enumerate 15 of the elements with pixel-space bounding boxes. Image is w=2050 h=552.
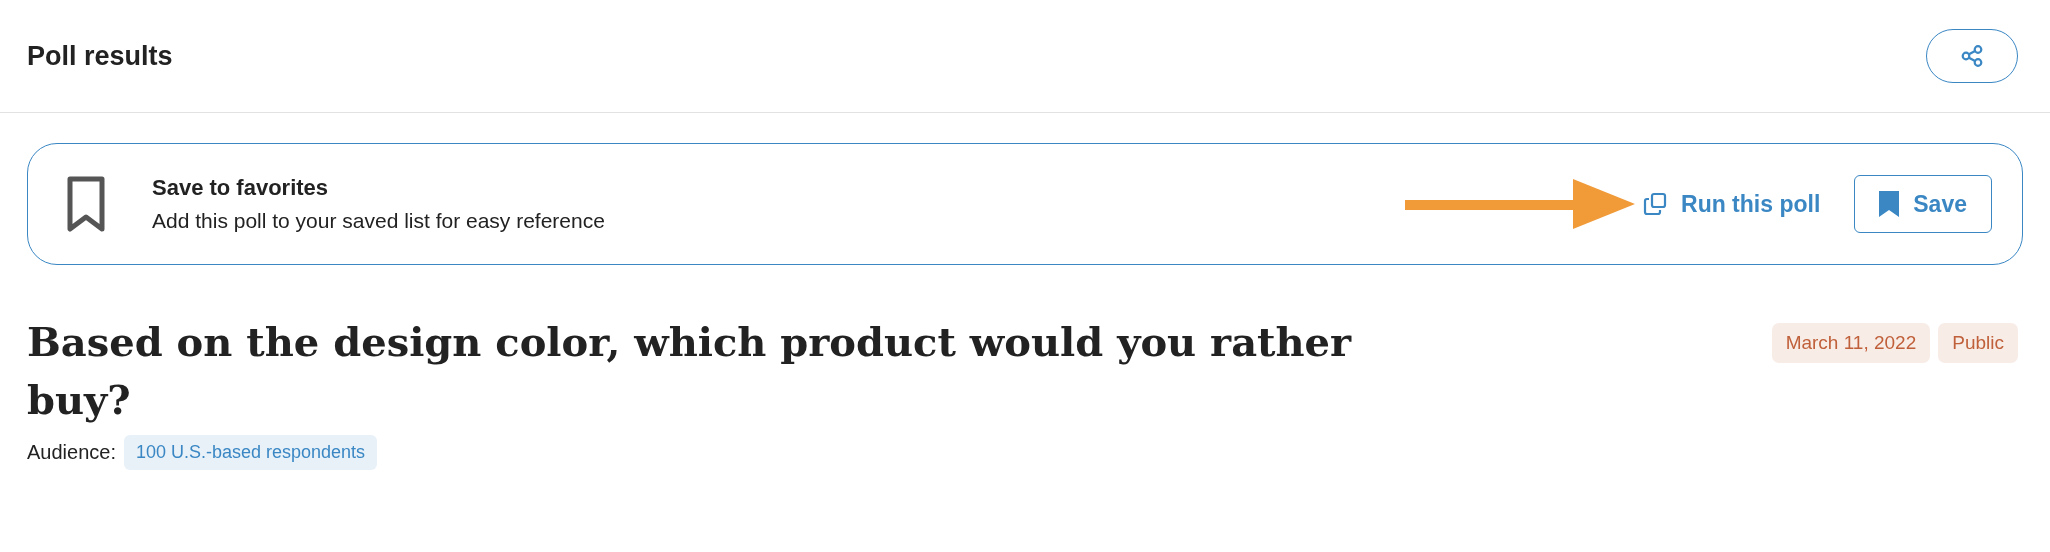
- tag: March 11, 2022: [1771, 323, 1931, 363]
- save-button[interactable]: Save: [1854, 175, 1992, 233]
- share-button[interactable]: [1926, 29, 2018, 83]
- page-title: Poll results: [27, 40, 173, 72]
- copy-icon: [1643, 192, 1667, 216]
- poll-question: Based on the design color, which product would you rather buy?: [27, 317, 1353, 425]
- share-icon: [1961, 45, 1983, 67]
- bookmark-icon: [1879, 191, 1900, 217]
- audience-label: Audience:: [27, 441, 116, 464]
- tag: Public: [1938, 323, 2018, 363]
- bookmark-icon: [66, 175, 106, 233]
- favorites-title: Save to favorites: [152, 175, 330, 201]
- favorites-description: Add this poll to your saved list for easy reference: [152, 209, 606, 233]
- run-poll-button[interactable]: Run this poll: [1643, 190, 1821, 218]
- audience-tag: 100 U.S.-based respondents: [123, 435, 378, 470]
